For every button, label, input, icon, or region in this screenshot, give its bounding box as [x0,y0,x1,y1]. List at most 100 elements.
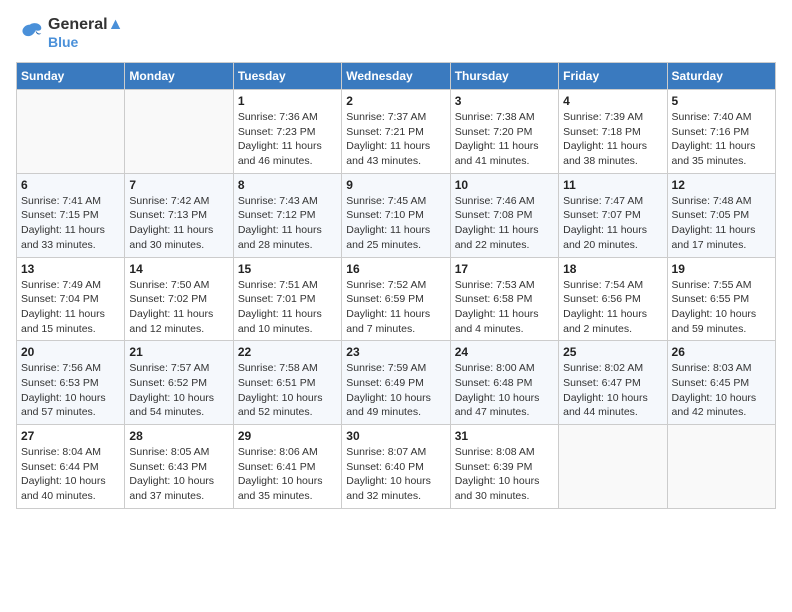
calendar-day-cell: 31 Sunrise: 8:08 AM Sunset: 6:39 PM Dayli… [450,425,558,509]
calendar-day-cell: 22Sunrise: 7:58 AM Sunset: 6:51 PM Dayli… [233,341,341,425]
page-header: General▲ Blue [16,16,776,50]
calendar-day-cell: 4Sunrise: 7:39 AM Sunset: 7:18 PM Daylig… [559,90,667,174]
calendar-day-cell: 1 Sunrise: 7:36 AM Sunset: 7:23 PM Daylig… [233,90,341,174]
calendar-day-cell: 17 Sunrise: 7:53 AM Sunset: 6:58 PM Dayli… [450,257,558,341]
day-info: Sunrise: 7:58 AM Sunset: 6:51 PM Dayligh… [238,361,337,420]
day-number: 11 [563,178,662,192]
day-info: Sunrise: 8:00 AM Sunset: 6:48 PM Dayligh… [455,361,554,420]
calendar-day-cell: 11 Sunrise: 7:47 AM Sunset: 7:07 PM Dayli… [559,173,667,257]
day-number: 29 [238,429,337,443]
day-number: 31 [455,429,554,443]
calendar-day-header: Wednesday [342,63,450,90]
day-number: 25 [563,345,662,359]
day-info: Sunrise: 8:04 AM Sunset: 6:44 PM Dayligh… [21,445,120,504]
day-info: Sunrise: 7:56 AM Sunset: 6:53 PM Dayligh… [21,361,120,420]
day-number: 30 [346,429,445,443]
day-number: 19 [672,262,771,276]
day-info: Sunrise: 8:08 AM Sunset: 6:39 PM Dayligh… [455,445,554,504]
calendar-day-cell: 3 Sunrise: 7:38 AM Sunset: 7:20 PM Daylig… [450,90,558,174]
day-number: 27 [21,429,120,443]
calendar-day-cell: 2Sunrise: 7:37 AM Sunset: 7:21 PM Daylig… [342,90,450,174]
calendar-day-cell: 23 Sunrise: 7:59 AM Sunset: 6:49 PM Dayli… [342,341,450,425]
calendar-header-row: SundayMondayTuesdayWednesdayThursdayFrid… [17,63,776,90]
calendar-day-cell: 28 Sunrise: 8:05 AM Sunset: 6:43 PM Dayli… [125,425,233,509]
day-info: Sunrise: 7:52 AM Sunset: 6:59 PM Dayligh… [346,278,445,337]
day-number: 14 [129,262,228,276]
day-number: 8 [238,178,337,192]
calendar-week-row: 20Sunrise: 7:56 AM Sunset: 6:53 PM Dayli… [17,341,776,425]
day-info: Sunrise: 7:59 AM Sunset: 6:49 PM Dayligh… [346,361,445,420]
day-info: Sunrise: 7:42 AM Sunset: 7:13 PM Dayligh… [129,194,228,253]
day-info: Sunrise: 8:05 AM Sunset: 6:43 PM Dayligh… [129,445,228,504]
day-info: Sunrise: 7:38 AM Sunset: 7:20 PM Dayligh… [455,110,554,169]
day-number: 10 [455,178,554,192]
calendar-day-cell: 20Sunrise: 7:56 AM Sunset: 6:53 PM Dayli… [17,341,125,425]
day-number: 24 [455,345,554,359]
day-info: Sunrise: 7:54 AM Sunset: 6:56 PM Dayligh… [563,278,662,337]
calendar-day-cell: 27 Sunrise: 8:04 AM Sunset: 6:44 PM Dayli… [17,425,125,509]
day-info: Sunrise: 7:39 AM Sunset: 7:18 PM Dayligh… [563,110,662,169]
calendar-week-row: 27 Sunrise: 8:04 AM Sunset: 6:44 PM Dayli… [17,425,776,509]
calendar-day-cell [559,425,667,509]
calendar-day-cell: 21 Sunrise: 7:57 AM Sunset: 6:52 PM Dayli… [125,341,233,425]
day-info: Sunrise: 7:57 AM Sunset: 6:52 PM Dayligh… [129,361,228,420]
calendar-day-header: Tuesday [233,63,341,90]
calendar-day-cell: 7 Sunrise: 7:42 AM Sunset: 7:13 PM Daylig… [125,173,233,257]
day-info: Sunrise: 8:07 AM Sunset: 6:40 PM Dayligh… [346,445,445,504]
day-info: Sunrise: 7:48 AM Sunset: 7:05 PM Dayligh… [672,194,771,253]
day-info: Sunrise: 7:36 AM Sunset: 7:23 PM Dayligh… [238,110,337,169]
calendar-week-row: 13 Sunrise: 7:49 AM Sunset: 7:04 PM Dayli… [17,257,776,341]
day-info: Sunrise: 7:45 AM Sunset: 7:10 PM Dayligh… [346,194,445,253]
day-info: Sunrise: 7:53 AM Sunset: 6:58 PM Dayligh… [455,278,554,337]
calendar-week-row: 1 Sunrise: 7:36 AM Sunset: 7:23 PM Daylig… [17,90,776,174]
day-number: 7 [129,178,228,192]
day-number: 12 [672,178,771,192]
calendar-day-cell: 6Sunrise: 7:41 AM Sunset: 7:15 PM Daylig… [17,173,125,257]
calendar-day-cell: 13 Sunrise: 7:49 AM Sunset: 7:04 PM Dayli… [17,257,125,341]
calendar-day-cell: 5 Sunrise: 7:40 AM Sunset: 7:16 PM Daylig… [667,90,775,174]
day-number: 6 [21,178,120,192]
day-number: 3 [455,94,554,108]
calendar-day-header: Sunday [17,63,125,90]
calendar-day-cell [17,90,125,174]
calendar-day-cell: 30 Sunrise: 8:07 AM Sunset: 6:40 PM Dayli… [342,425,450,509]
day-info: Sunrise: 7:40 AM Sunset: 7:16 PM Dayligh… [672,110,771,169]
calendar-day-cell: 14 Sunrise: 7:50 AM Sunset: 7:02 PM Dayli… [125,257,233,341]
calendar-day-cell: 24 Sunrise: 8:00 AM Sunset: 6:48 PM Dayli… [450,341,558,425]
calendar-day-cell: 12 Sunrise: 7:48 AM Sunset: 7:05 PM Dayli… [667,173,775,257]
day-number: 5 [672,94,771,108]
calendar-week-row: 6Sunrise: 7:41 AM Sunset: 7:15 PM Daylig… [17,173,776,257]
logo-bird-icon [16,19,44,47]
day-number: 13 [21,262,120,276]
calendar-day-cell: 26Sunrise: 8:03 AM Sunset: 6:45 PM Dayli… [667,341,775,425]
day-info: Sunrise: 8:06 AM Sunset: 6:41 PM Dayligh… [238,445,337,504]
day-info: Sunrise: 7:47 AM Sunset: 7:07 PM Dayligh… [563,194,662,253]
day-info: Sunrise: 7:49 AM Sunset: 7:04 PM Dayligh… [21,278,120,337]
day-number: 28 [129,429,228,443]
day-number: 9 [346,178,445,192]
day-number: 2 [346,94,445,108]
day-info: Sunrise: 7:51 AM Sunset: 7:01 PM Dayligh… [238,278,337,337]
day-info: Sunrise: 7:46 AM Sunset: 7:08 PM Dayligh… [455,194,554,253]
logo: General▲ Blue [16,16,123,50]
day-number: 15 [238,262,337,276]
day-info: Sunrise: 7:50 AM Sunset: 7:02 PM Dayligh… [129,278,228,337]
day-info: Sunrise: 8:02 AM Sunset: 6:47 PM Dayligh… [563,361,662,420]
day-number: 23 [346,345,445,359]
calendar-day-cell [125,90,233,174]
calendar-day-cell: 18Sunrise: 7:54 AM Sunset: 6:56 PM Dayli… [559,257,667,341]
day-number: 21 [129,345,228,359]
day-number: 1 [238,94,337,108]
calendar-table: SundayMondayTuesdayWednesdayThursdayFrid… [16,62,776,509]
calendar-day-cell: 16 Sunrise: 7:52 AM Sunset: 6:59 PM Dayli… [342,257,450,341]
day-number: 16 [346,262,445,276]
calendar-day-cell [667,425,775,509]
calendar-day-cell: 9 Sunrise: 7:45 AM Sunset: 7:10 PM Daylig… [342,173,450,257]
day-number: 17 [455,262,554,276]
day-number: 26 [672,345,771,359]
calendar-day-header: Thursday [450,63,558,90]
calendar-day-header: Saturday [667,63,775,90]
calendar-day-cell: 15 Sunrise: 7:51 AM Sunset: 7:01 PM Dayli… [233,257,341,341]
calendar-day-cell: 25 Sunrise: 8:02 AM Sunset: 6:47 PM Dayli… [559,341,667,425]
calendar-day-cell: 19Sunrise: 7:55 AM Sunset: 6:55 PM Dayli… [667,257,775,341]
